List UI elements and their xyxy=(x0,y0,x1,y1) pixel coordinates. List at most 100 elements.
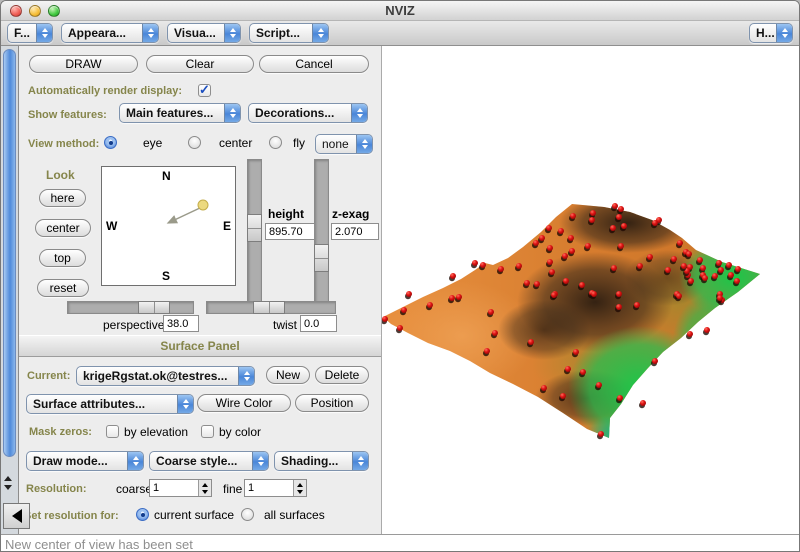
sample-point xyxy=(549,269,555,275)
resolution-label: Resolution: xyxy=(26,483,87,495)
view-method-eye-label: eye xyxy=(143,136,163,150)
perspective-input[interactable] xyxy=(163,315,199,332)
scrollbar-thumb[interactable] xyxy=(3,49,16,457)
draw-mode-popup[interactable]: Draw mode... xyxy=(26,451,144,471)
main-features-popup[interactable]: Main features... xyxy=(119,103,241,123)
sample-point xyxy=(726,262,732,268)
sample-point xyxy=(382,316,388,322)
look-reset-button[interactable]: reset xyxy=(37,279,89,297)
current-surface-popup[interactable]: krigeRgstat.ok@testres... xyxy=(76,366,255,386)
fine-resolution-spinner[interactable]: 1 xyxy=(244,479,307,497)
perspective-label: perspective xyxy=(103,318,165,332)
draw-button[interactable]: DRAW xyxy=(29,55,138,73)
clear-button[interactable]: Clear xyxy=(146,55,254,73)
all-surfaces-radio[interactable] xyxy=(241,508,254,521)
sample-point xyxy=(611,265,617,271)
zexag-label: z-exag xyxy=(332,207,370,221)
sample-point xyxy=(634,302,640,308)
cancel-button[interactable]: Cancel xyxy=(259,55,369,73)
fly-mode-popup[interactable]: none xyxy=(315,134,373,154)
auto-render-checkbox[interactable]: ✓ xyxy=(198,83,211,97)
stepper-icon xyxy=(312,24,328,42)
sample-point xyxy=(498,266,504,272)
wire-color-button[interactable]: Wire Color xyxy=(197,394,291,412)
sample-point xyxy=(534,281,540,287)
sample-point xyxy=(616,304,622,310)
sample-point xyxy=(547,245,553,251)
menu-scripting[interactable]: Script... xyxy=(249,23,329,43)
height-input[interactable] xyxy=(265,223,315,240)
mask-by-color-checkbox[interactable] xyxy=(201,425,214,438)
coarse-style-popup[interactable]: Coarse style... xyxy=(149,451,269,471)
sample-point xyxy=(427,302,433,308)
collapse-panel-button[interactable] xyxy=(3,503,30,529)
twist-label: twist xyxy=(273,318,297,332)
sample-point xyxy=(562,253,568,259)
perspective-slider-handle[interactable] xyxy=(138,301,170,314)
close-icon[interactable] xyxy=(10,4,22,17)
compass-north-label: N xyxy=(162,169,171,183)
view-method-center-radio[interactable] xyxy=(188,136,201,149)
panel-scrollbar[interactable] xyxy=(1,46,19,534)
view-method-center-label: center xyxy=(219,136,253,150)
sample-point xyxy=(612,203,618,209)
look-top-button[interactable]: top xyxy=(39,249,86,267)
surface-attributes-popup[interactable]: Surface attributes... xyxy=(26,394,194,414)
sample-point xyxy=(547,259,553,265)
coarse-resolution-spinner[interactable]: 1 xyxy=(149,479,212,497)
sample-point xyxy=(616,214,622,220)
view-method-eye-radio[interactable] xyxy=(104,136,117,149)
menu-visualize[interactable]: Visua... xyxy=(167,23,241,43)
look-center-button[interactable]: center xyxy=(35,219,91,237)
mask-by-elevation-checkbox[interactable] xyxy=(106,425,119,438)
shading-popup[interactable]: Shading... xyxy=(274,451,369,471)
menu-help[interactable]: H... xyxy=(749,23,793,43)
twist-slider-handle[interactable] xyxy=(253,301,285,314)
spinner-arrows-icon[interactable] xyxy=(198,480,211,496)
stepper-icon xyxy=(224,24,240,42)
height-slider[interactable] xyxy=(247,159,262,305)
coarse-label: coarse xyxy=(116,482,153,496)
title-bar[interactable]: NVIZ xyxy=(1,1,799,21)
zexag-slider-handle[interactable] xyxy=(314,244,329,272)
sample-point xyxy=(716,260,722,266)
sample-point xyxy=(484,348,490,354)
twist-input[interactable] xyxy=(300,315,337,332)
menu-file[interactable]: F... xyxy=(7,23,53,43)
terrain-surface[interactable] xyxy=(381,46,800,534)
position-button[interactable]: Position xyxy=(295,394,369,412)
left-arrow-icon xyxy=(11,509,22,523)
sample-point xyxy=(640,400,646,406)
compass-east-label: E xyxy=(222,219,231,233)
zexag-input[interactable] xyxy=(331,223,379,240)
scroll-down-icon[interactable] xyxy=(4,485,12,490)
spinner-arrows-icon[interactable] xyxy=(293,480,306,496)
eye-position-dot[interactable] xyxy=(197,199,209,211)
height-slider-handle[interactable] xyxy=(247,214,262,242)
new-surface-button[interactable]: New xyxy=(266,366,310,384)
sample-point xyxy=(728,272,734,278)
view-position-compass[interactable]: N S W E xyxy=(101,166,236,286)
menu-appearance[interactable]: Appeara... xyxy=(61,23,159,43)
current-surface-option-label: current surface xyxy=(154,508,235,522)
sample-point xyxy=(686,251,692,257)
height-label: height xyxy=(268,207,304,221)
zoom-icon[interactable] xyxy=(48,4,60,17)
nviz-window: NVIZ F... Appeara... Visua... Script... … xyxy=(0,0,800,552)
decorations-popup[interactable]: Decorations... xyxy=(248,103,368,123)
render-view[interactable] xyxy=(381,46,799,534)
eye-position-indicator[interactable] xyxy=(102,167,235,285)
scroll-up-icon[interactable] xyxy=(4,476,12,481)
zexag-slider[interactable] xyxy=(314,159,329,305)
minimize-icon[interactable] xyxy=(29,4,41,17)
delete-surface-button[interactable]: Delete xyxy=(315,366,369,384)
perspective-slider[interactable] xyxy=(67,301,194,314)
auto-render-label: Automatically render display: xyxy=(28,85,183,97)
current-surface-radio[interactable] xyxy=(136,508,149,521)
sample-point xyxy=(700,265,706,271)
twist-slider[interactable] xyxy=(206,301,336,314)
view-method-fly-radio[interactable] xyxy=(269,136,282,149)
stepper-icon xyxy=(36,24,52,42)
sample-point xyxy=(480,262,486,268)
look-here-button[interactable]: here xyxy=(39,189,86,207)
